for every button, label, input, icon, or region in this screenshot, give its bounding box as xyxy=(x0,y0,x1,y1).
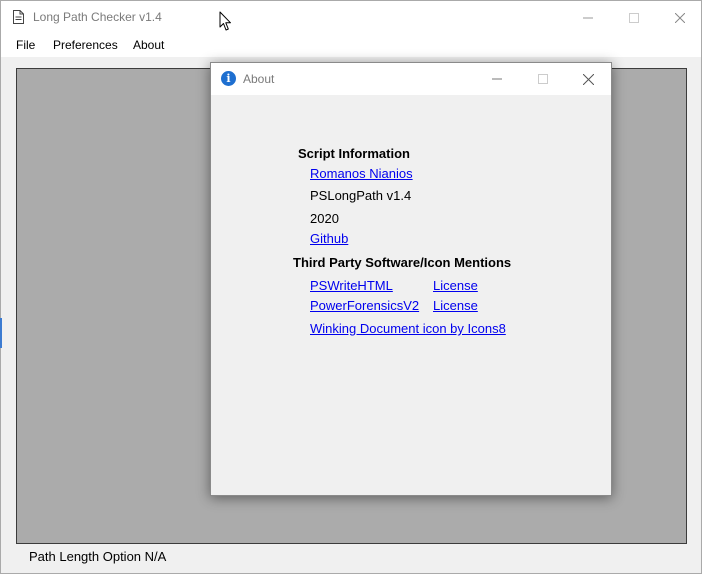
about-close-button[interactable] xyxy=(565,63,611,95)
menu-about[interactable]: About xyxy=(133,38,164,52)
menu-file[interactable]: File xyxy=(16,38,35,52)
document-icon xyxy=(13,10,24,24)
about-maximize-button[interactable] xyxy=(520,63,566,95)
close-icon xyxy=(582,73,594,85)
about-title-bar: i About xyxy=(211,63,611,95)
minimize-button[interactable] xyxy=(565,1,611,34)
maximize-icon xyxy=(629,12,639,23)
pswritehtml-link[interactable]: PSWriteHTML xyxy=(310,278,393,293)
author-link[interactable]: Romanos Nianios xyxy=(310,166,413,181)
pswritehtml-license-link[interactable]: License xyxy=(433,278,478,293)
year-text: 2020 xyxy=(310,211,339,226)
minimize-icon xyxy=(492,78,502,80)
script-info-heading: Script Information xyxy=(298,146,410,161)
about-dialog: i About Script Information Romanos Niani… xyxy=(210,62,612,496)
github-link[interactable]: Github xyxy=(310,231,348,246)
title-bar: Long Path Checker v1.4 xyxy=(1,1,701,34)
close-button[interactable] xyxy=(657,1,702,34)
about-title: About xyxy=(243,72,275,86)
info-icon: i xyxy=(221,71,236,86)
about-minimize-button[interactable] xyxy=(474,63,520,95)
icons8-credit-link[interactable]: Winking Document icon by Icons8 xyxy=(310,321,506,336)
powerforensics-link[interactable]: PowerForensicsV2 xyxy=(310,298,419,313)
window-title: Long Path Checker v1.4 xyxy=(33,10,162,24)
menu-preferences[interactable]: Preferences xyxy=(53,38,118,52)
minimize-icon xyxy=(583,17,593,18)
maximize-icon xyxy=(538,74,548,84)
version-text: PSLongPath v1.4 xyxy=(310,188,412,203)
maximize-button[interactable] xyxy=(611,1,657,34)
status-label: Path Length Option N/A xyxy=(29,549,167,564)
powerforensics-license-link[interactable]: License xyxy=(433,298,478,313)
left-edge-accent xyxy=(0,318,2,348)
mouse-cursor-icon xyxy=(219,11,231,31)
third-party-heading: Third Party Software/Icon Mentions xyxy=(293,255,512,270)
menu-bar: File Preferences About xyxy=(1,34,701,57)
close-icon xyxy=(675,12,685,23)
